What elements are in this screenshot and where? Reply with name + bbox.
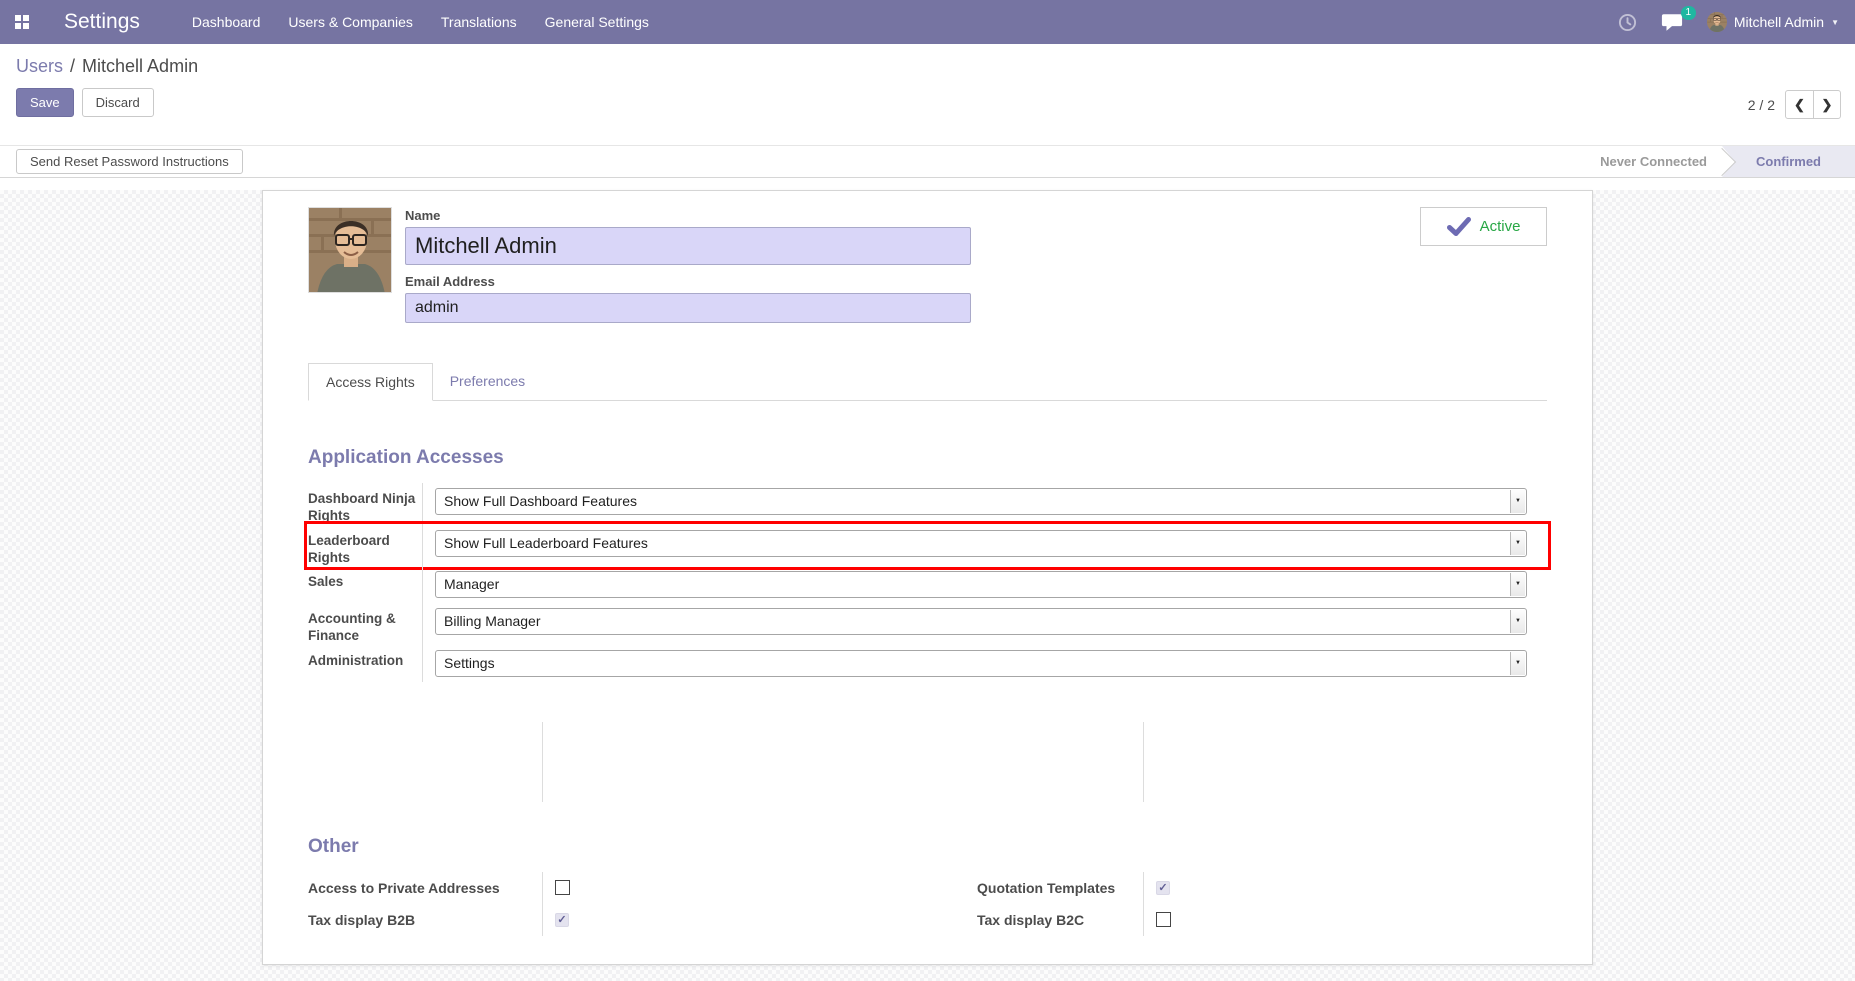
dropdown-arrow-icon: ▼ xyxy=(1510,652,1525,675)
send-reset-password-button[interactable]: Send Reset Password Instructions xyxy=(16,149,243,174)
pager-value[interactable]: 2 / 2 xyxy=(1748,97,1775,113)
sales-label: Sales xyxy=(308,566,423,603)
action-status-row: Send Reset Password Instructions Never C… xyxy=(0,145,1855,178)
selected-option: Show Full Dashboard Features xyxy=(444,493,637,509)
form-buttons: Save Discard xyxy=(16,88,1855,117)
group-row-leaderboard: Leaderboard Rights Show Full Leaderboard… xyxy=(308,525,1547,567)
breadcrumb-separator: / xyxy=(70,56,75,76)
menu-item-users-companies[interactable]: Users & Companies xyxy=(274,0,427,44)
selected-option: Billing Manager xyxy=(444,613,541,629)
menu-item-general-settings[interactable]: General Settings xyxy=(531,0,663,44)
access-private-addresses-checkbox[interactable] xyxy=(555,880,570,895)
access-private-addresses-label: Access to Private Addresses xyxy=(308,872,543,904)
messages-count-badge: 1 xyxy=(1681,6,1696,20)
accounting-finance-select[interactable]: Billing Manager ▼ xyxy=(435,608,1527,635)
tax-display-b2c-checkbox[interactable] xyxy=(1156,912,1171,927)
other-left-column: Access to Private Addresses Tax display … xyxy=(308,872,928,936)
statusbar: Never Connected Confirmed xyxy=(1586,146,1855,177)
accounting-finance-label: Accounting & Finance xyxy=(308,603,423,645)
app-name[interactable]: Settings xyxy=(64,10,140,34)
application-accesses-title: Application Accesses xyxy=(308,447,1547,469)
check-icon xyxy=(1447,217,1471,236)
activities-clock-icon[interactable] xyxy=(1618,13,1637,32)
apps-menu-icon[interactable] xyxy=(0,15,44,29)
messages-icon[interactable]: 1 xyxy=(1661,13,1683,32)
breadcrumb-current: Mitchell Admin xyxy=(82,56,198,76)
chevron-right-icon: ❯ xyxy=(1822,97,1833,113)
pager-next-button[interactable]: ❯ xyxy=(1813,91,1840,118)
pager: 2 / 2 ❮ ❯ xyxy=(1748,90,1841,119)
discard-button[interactable]: Discard xyxy=(82,88,154,117)
tab-access-rights[interactable]: Access Rights xyxy=(308,363,433,401)
menu-item-translations[interactable]: Translations xyxy=(427,0,531,44)
administration-select[interactable]: Settings ▼ xyxy=(435,650,1527,677)
user-menu[interactable]: Mitchell Admin ▼ xyxy=(1707,12,1839,32)
tax-display-b2c-label: Tax display B2C xyxy=(977,904,1144,936)
other-row: Tax display B2C xyxy=(977,904,1547,936)
sheet-header: Name Mitchell Admin Email Address admin xyxy=(308,207,1547,323)
notebook-tabs: Access Rights Preferences xyxy=(308,363,1547,401)
systray: 1 Mitchell Admin ▼ xyxy=(1618,12,1855,32)
tab-preferences[interactable]: Preferences xyxy=(433,363,542,400)
application-accesses-group: Dashboard Ninja Rights Show Full Dashboa… xyxy=(308,483,1547,682)
name-input[interactable]: Mitchell Admin xyxy=(405,227,971,265)
group-row-sales: Sales Manager ▼ xyxy=(308,566,1547,603)
user-photo[interactable] xyxy=(308,207,392,293)
dashboard-ninja-rights-select[interactable]: Show Full Dashboard Features ▼ xyxy=(435,488,1527,515)
email-label: Email Address xyxy=(405,274,971,289)
other-right-column: Quotation Templates ✓ Tax display B2C xyxy=(928,872,1547,936)
top-navbar: Settings Dashboard Users & Companies Tra… xyxy=(0,0,1855,44)
access-rights-pane: Application Accesses Dashboard Ninja Rig… xyxy=(308,401,1547,936)
tax-display-b2b-checkbox: ✓ xyxy=(555,913,569,927)
save-button[interactable]: Save xyxy=(16,88,74,117)
column-separator xyxy=(308,722,543,802)
quotation-templates-label: Quotation Templates xyxy=(977,872,1144,904)
leaderboard-rights-label: Leaderboard Rights xyxy=(308,525,423,567)
selected-option: Manager xyxy=(444,576,499,592)
user-avatar xyxy=(1707,12,1727,32)
other-row: Tax display B2B ✓ xyxy=(308,904,928,936)
empty-group xyxy=(308,722,1547,802)
breadcrumb: Users / Mitchell Admin xyxy=(16,56,1855,77)
dropdown-arrow-icon: ▼ xyxy=(1510,490,1525,513)
top-menu: Dashboard Users & Companies Translations… xyxy=(178,0,663,44)
dropdown-arrow-icon: ▼ xyxy=(1510,532,1525,555)
other-title: Other xyxy=(308,836,1547,858)
caret-down-icon: ▼ xyxy=(1831,18,1839,27)
other-row: Access to Private Addresses xyxy=(308,872,928,904)
pager-previous-button[interactable]: ❮ xyxy=(1786,91,1813,118)
user-name: Mitchell Admin xyxy=(1734,14,1824,30)
quotation-templates-checkbox: ✓ xyxy=(1156,881,1170,895)
chevron-left-icon: ❮ xyxy=(1794,97,1805,113)
menu-item-dashboard[interactable]: Dashboard xyxy=(178,0,275,44)
other-row: Quotation Templates ✓ xyxy=(977,872,1547,904)
email-input[interactable]: admin xyxy=(405,293,971,323)
form-sheet: Active Name Mitchell Admin Email Address… xyxy=(262,190,1593,965)
group-row-accounting: Accounting & Finance Billing Manager ▼ xyxy=(308,603,1547,645)
tax-display-b2b-label: Tax display B2B xyxy=(308,904,543,936)
administration-label: Administration xyxy=(308,645,423,682)
selected-option: Settings xyxy=(444,655,495,671)
active-toggle[interactable]: Active xyxy=(1420,207,1547,246)
dropdown-arrow-icon: ▼ xyxy=(1510,610,1525,633)
breadcrumb-users-link[interactable]: Users xyxy=(16,56,63,76)
column-separator xyxy=(928,722,1144,802)
active-label: Active xyxy=(1480,218,1521,235)
content-area: Active Name Mitchell Admin Email Address… xyxy=(0,190,1855,981)
other-section: Other Access to Private Addresses Tax di… xyxy=(308,836,1547,936)
grid-icon xyxy=(15,15,29,29)
group-row-administration: Administration Settings ▼ xyxy=(308,645,1547,682)
leaderboard-rights-select[interactable]: Show Full Leaderboard Features ▼ xyxy=(435,530,1527,557)
control-panel: Users / Mitchell Admin Save Discard 2 / 2 … xyxy=(0,44,1855,145)
dropdown-arrow-icon: ▼ xyxy=(1510,573,1525,596)
name-label: Name xyxy=(405,208,971,223)
sales-select[interactable]: Manager ▼ xyxy=(435,571,1527,598)
selected-option: Show Full Leaderboard Features xyxy=(444,535,648,551)
dashboard-ninja-rights-label: Dashboard Ninja Rights xyxy=(308,483,423,525)
status-step-confirmed[interactable]: Confirmed xyxy=(1722,146,1855,177)
group-row-dashboard-ninja: Dashboard Ninja Rights Show Full Dashboa… xyxy=(308,483,1547,525)
